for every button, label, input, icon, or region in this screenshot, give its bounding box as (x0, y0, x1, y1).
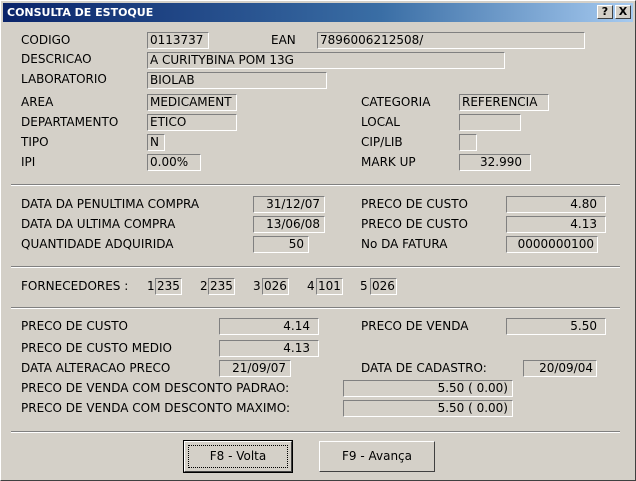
ultima-compra-field[interactable]: 13/06/08 (253, 216, 325, 233)
fornecedor-2-number: 2 (200, 279, 208, 293)
data-cadastro-field[interactable]: 20/09/04 (523, 360, 597, 377)
separator (11, 307, 620, 309)
local-label: LOCAL (361, 115, 400, 129)
tipo-field[interactable]: N (147, 134, 165, 151)
ean-field[interactable]: 7896006212508/ (317, 32, 585, 49)
fornecedor-4-field[interactable]: 101 (316, 278, 343, 295)
ipi-field[interactable]: 0.00% (147, 154, 201, 171)
laboratorio-field[interactable]: BIOLAB (147, 72, 327, 89)
data-alteracao-field[interactable]: 21/09/07 (219, 360, 291, 377)
fornecedor-1-field[interactable]: 235 (155, 278, 182, 295)
fornecedor-2-field[interactable]: 235 (208, 278, 235, 295)
area-field[interactable]: MEDICAMENT (147, 94, 237, 111)
codigo-field[interactable]: 0113737 (147, 32, 209, 49)
ipi-label: IPI (21, 155, 36, 169)
preco-custo-1-field[interactable]: 4.80 (506, 196, 606, 213)
window-title: CONSULTA DE ESTOQUE (7, 6, 154, 19)
quantidade-field[interactable]: 50 (253, 236, 309, 253)
desconto-maximo-field[interactable]: 5.50 ( 0.00) (343, 400, 513, 417)
avanca-button-label: F9 - Avança (341, 449, 412, 463)
departamento-label: DEPARTAMENTO (21, 115, 119, 129)
consulta-estoque-dialog: CONSULTA DE ESTOQUE ? X CODIGO 0113737 E… (0, 0, 636, 481)
preco-venda-field[interactable]: 5.50 (506, 318, 606, 335)
fatura-label: No DA FATURA (361, 237, 448, 251)
separator (11, 266, 620, 268)
data-cadastro-label: DATA DE CADASTRO: (361, 361, 487, 375)
penultima-compra-field[interactable]: 31/12/07 (253, 196, 325, 213)
fornecedor-5-number: 5 (360, 279, 368, 293)
desconto-padrao-field[interactable]: 5.50 ( 0.00) (343, 380, 513, 397)
categoria-field[interactable]: REFERENCIA (459, 94, 549, 111)
fornecedor-4-number: 4 (307, 279, 315, 293)
help-button[interactable]: ? (597, 5, 613, 19)
penultima-compra-label: DATA DA PENULTIMA COMPRA (21, 197, 200, 211)
desconto-maximo-label: PRECO DE VENDA COM DESCONTO MAXIMO: (21, 401, 291, 415)
separator (11, 184, 620, 186)
preco-venda-label: PRECO DE VENDA (361, 319, 469, 333)
markup-label: MARK UP (361, 155, 416, 169)
departamento-field[interactable]: ETICO (147, 114, 237, 131)
categoria-label: CATEGORIA (361, 95, 431, 109)
area-label: AREA (21, 95, 54, 109)
tipo-label: TIPO (21, 135, 49, 149)
preco-custo-field[interactable]: 4.14 (219, 318, 319, 335)
fatura-field[interactable]: 0000000100 (506, 236, 598, 253)
preco-custo-2-label: PRECO DE CUSTO (361, 217, 468, 231)
ultima-compra-label: DATA DA ULTIMA COMPRA (21, 217, 176, 231)
fornecedor-3-field[interactable]: 026 (262, 278, 289, 295)
ciplib-label: CIP/LIB (361, 135, 403, 149)
close-button[interactable]: X (615, 5, 631, 19)
preco-custo-label: PRECO DE CUSTO (21, 319, 128, 333)
fornecedores-label: FORNECEDORES : (21, 279, 129, 293)
focus-rect (188, 445, 288, 468)
desconto-padrao-label: PRECO DE VENDA COM DESCONTO PADRAO: (21, 381, 290, 395)
preco-custo-1-label: PRECO DE CUSTO (361, 197, 468, 211)
data-alteracao-label: DATA ALTERACAO PRECO (21, 361, 171, 375)
ean-label: EAN (271, 33, 296, 47)
fornecedor-3-number: 3 (253, 279, 261, 293)
fornecedor-5-field[interactable]: 026 (370, 278, 397, 295)
local-field[interactable] (459, 114, 521, 131)
preco-custo-2-field[interactable]: 4.13 (506, 216, 606, 233)
ciplib-field[interactable] (459, 134, 477, 151)
fornecedor-1-number: 1 (147, 279, 155, 293)
codigo-label: CODIGO (21, 33, 71, 47)
separator (11, 431, 620, 433)
title-bar[interactable]: CONSULTA DE ESTOQUE ? X (3, 3, 633, 22)
descricao-field[interactable]: A CURITYBINA POM 13G (147, 52, 505, 69)
volta-button[interactable]: F8 - Volta (183, 440, 293, 473)
custo-medio-label: PRECO DE CUSTO MEDIO (21, 341, 172, 355)
avanca-button[interactable]: F9 - Avança (319, 441, 435, 472)
custo-medio-field[interactable]: 4.13 (219, 340, 319, 357)
descricao-label: DESCRICAO (21, 52, 92, 66)
laboratorio-label: LABORATORIO (21, 72, 107, 86)
markup-field[interactable]: 32.990 (459, 154, 531, 171)
quantidade-label: QUANTIDADE ADQUIRIDA (21, 237, 174, 251)
